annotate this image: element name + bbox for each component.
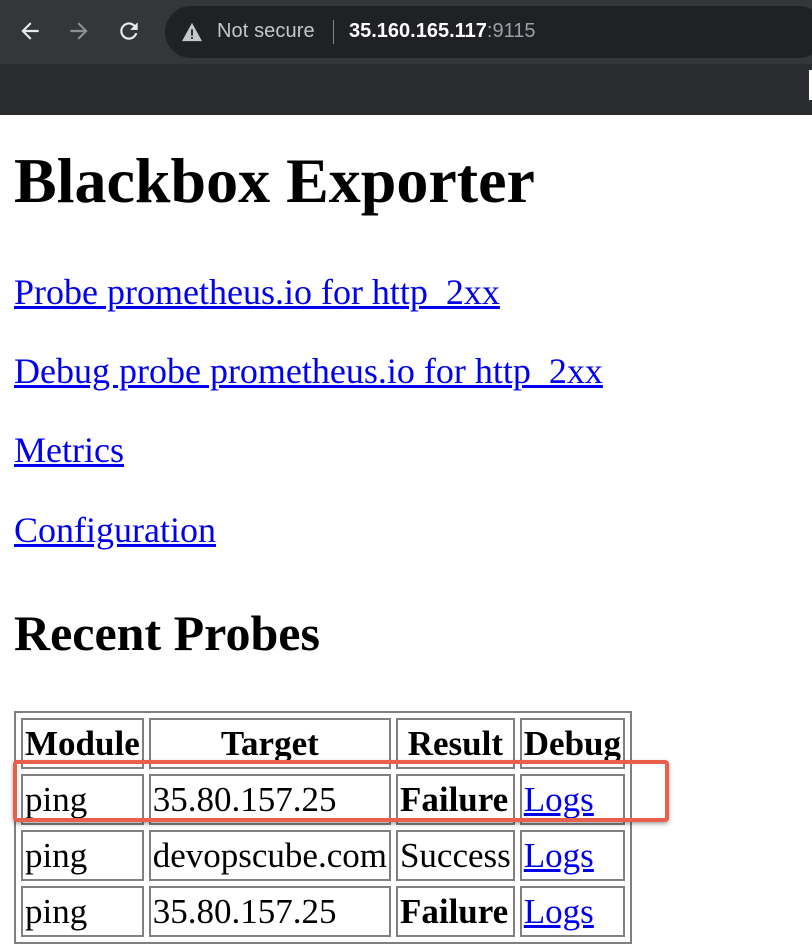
result-cell: Failure	[395, 886, 515, 937]
logs-link[interactable]: Logs	[524, 892, 594, 931]
arrow-right-icon	[70, 22, 88, 40]
module-cell: ping	[21, 774, 144, 825]
module-cell: ping	[21, 830, 144, 881]
recent-probes-table: Module Target Result Debug ping 35.80.15…	[14, 711, 633, 944]
debug-cell: Logs	[519, 830, 626, 881]
target-cell: devopscube.com	[148, 830, 391, 881]
debug-cell: Logs	[519, 886, 626, 937]
table-row: ping 35.80.157.25 Failure Logs	[21, 886, 626, 937]
recent-probes-heading: Recent Probes	[14, 605, 320, 661]
table-row: ping devopscube.com Success Logs	[21, 830, 626, 881]
omnibox-divider	[333, 20, 334, 44]
logs-link[interactable]: Logs	[524, 836, 594, 875]
security-status[interactable]: Not secure	[217, 20, 315, 43]
forward-button[interactable]	[62, 14, 96, 48]
target-cell: 35.80.157.25	[148, 886, 391, 937]
debug-cell: Logs	[519, 774, 626, 825]
table-row: ping 35.80.157.25 Failure Logs	[21, 774, 626, 825]
configuration-link[interactable]: Configuration	[14, 508, 216, 552]
bookmarks-strip	[0, 64, 812, 115]
header-target: Target	[148, 718, 391, 769]
logs-link[interactable]: Logs	[524, 780, 594, 819]
metrics-link[interactable]: Metrics	[14, 428, 124, 472]
arrow-left-icon	[21, 22, 39, 40]
probe-link[interactable]: Probe prometheus.io for http_2xx	[14, 270, 500, 314]
header-module: Module	[21, 718, 144, 769]
reload-button[interactable]	[112, 14, 146, 48]
result-cell: Success	[395, 830, 515, 881]
browser-toolbar: Not secure 35.160.165.117:9115	[0, 0, 812, 115]
header-result: Result	[395, 718, 515, 769]
debug-probe-link[interactable]: Debug probe prometheus.io for http_2xx	[14, 349, 603, 393]
url-host: 35.160.165.117	[349, 20, 487, 42]
url-text[interactable]: 35.160.165.117:9115	[349, 20, 536, 43]
page-title: Blackbox Exporter	[14, 145, 535, 216]
module-cell: ping	[21, 886, 144, 937]
warning-icon	[182, 22, 202, 42]
url-port: :9115	[486, 20, 536, 42]
header-debug: Debug	[519, 718, 626, 769]
address-bar[interactable]: Not secure 35.160.165.117:9115	[165, 6, 812, 58]
reload-icon	[120, 22, 138, 40]
back-button[interactable]	[13, 14, 47, 48]
table-header-row: Module Target Result Debug	[21, 718, 626, 769]
target-cell: 35.80.157.25	[148, 774, 391, 825]
result-cell: Failure	[395, 774, 515, 825]
